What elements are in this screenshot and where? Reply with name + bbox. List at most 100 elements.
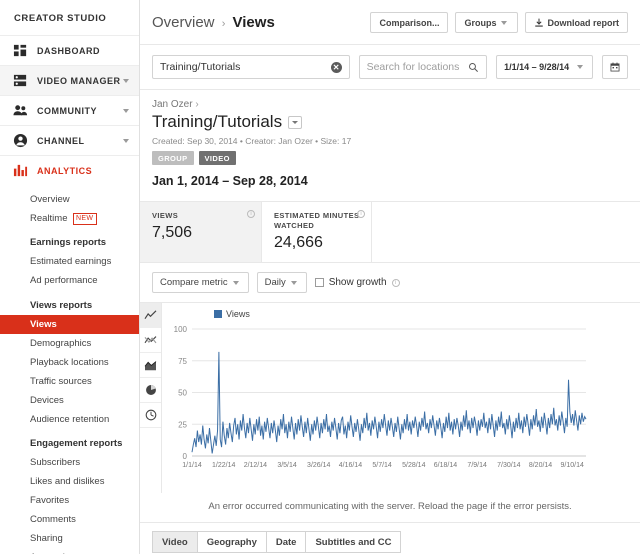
- info-icon[interactable]: i: [391, 278, 400, 287]
- chart-error-message: An error occurred communicating with the…: [208, 501, 572, 512]
- group-metadata: Created: Sep 30, 2014 • Creator: Jan Oze…: [152, 136, 352, 146]
- sidebar-item-channel[interactable]: CHANNEL: [0, 125, 139, 155]
- area-chart-icon: [144, 360, 157, 370]
- sidebar-subitem-annotations[interactable]: Annotations: [0, 549, 139, 554]
- sidebar-item-analytics[interactable]: ANALYTICS: [0, 155, 139, 185]
- sidebar-subitem-overview[interactable]: Overview: [0, 190, 139, 209]
- breadcrumb-current: Views: [232, 14, 275, 31]
- sidebar-subitem-realtime[interactable]: Realtime NEW: [0, 209, 139, 228]
- sidebar-item-dashboard[interactable]: DASHBOARD: [0, 35, 139, 65]
- group-title-row: Training/Tutorials: [152, 112, 628, 132]
- breadcrumb-parent[interactable]: Overview: [152, 14, 215, 31]
- location-search-input[interactable]: Search for locations: [358, 55, 488, 79]
- calendar-button[interactable]: [602, 55, 628, 79]
- sidebar-item-video-manager[interactable]: VIDEO MANAGER: [0, 65, 139, 95]
- svg-text:75: 75: [178, 357, 187, 366]
- sidebar-subitem-subscribers[interactable]: Subscribers: [0, 454, 139, 473]
- creator-studio-title: CREATOR STUDIO: [14, 13, 107, 24]
- tag-group: GROUP: [152, 151, 194, 165]
- clear-icon[interactable]: ✕: [330, 61, 342, 73]
- download-label: Download report: [547, 17, 620, 28]
- svg-text:5/28/14: 5/28/14: [402, 462, 425, 469]
- svg-text:7/30/14: 7/30/14: [497, 462, 520, 469]
- info-icon[interactable]: i: [357, 210, 365, 218]
- svg-text:3/26/14: 3/26/14: [307, 462, 330, 469]
- breadcrumb-separator: ›: [221, 18, 226, 30]
- calendar-icon: [610, 62, 620, 72]
- metric-card-estimated-minutes-watched[interactable]: ESTIMATED MINUTES WATCHED 24,666 i: [262, 202, 372, 262]
- sidebar-item-community[interactable]: COMMUNITY: [0, 95, 139, 125]
- pie-chart-icon: [145, 385, 156, 395]
- svg-text:100: 100: [174, 325, 188, 334]
- svg-text:0: 0: [183, 452, 188, 461]
- sidebar-subitem-demographics[interactable]: Demographics: [0, 334, 139, 353]
- community-icon: [13, 105, 28, 116]
- sidebar-item-label: COMMUNITY: [37, 105, 97, 116]
- owner-arrow: ›: [195, 99, 199, 110]
- compare-metric-label: Compare metric: [160, 277, 228, 288]
- tab-date[interactable]: Date: [265, 531, 306, 553]
- chevron-down-icon: [292, 120, 299, 124]
- sidebar-subitem-traffic-sources[interactable]: Traffic sources: [0, 372, 139, 391]
- svg-text:1/1/14: 1/1/14: [182, 462, 202, 469]
- header-actions: Comparison... Groups Download report: [370, 12, 628, 33]
- compare-metric-button[interactable]: Compare metric: [152, 272, 249, 293]
- metric-value: 7,506: [152, 224, 193, 241]
- page-header: Overview › Views Comparison... Groups Do…: [140, 0, 640, 45]
- group-menu-button[interactable]: [288, 115, 303, 129]
- sidebar-subitem-views[interactable]: Views: [0, 315, 139, 334]
- tab-geography[interactable]: Geography: [196, 531, 266, 553]
- views-chart[interactable]: Views 0 25 50 75 100 1/1/14 1/22/14 2/12/14 3/5/…: [162, 303, 640, 493]
- chart-type-multi-line[interactable]: [140, 328, 161, 353]
- legend-label: Views: [226, 309, 250, 319]
- owner-breadcrumb[interactable]: Jan Ozer ›: [152, 99, 628, 110]
- label: Overview: [30, 193, 70, 205]
- line-chart-icon: [144, 309, 157, 319]
- chevron-down-icon: [500, 20, 507, 25]
- group-filter[interactable]: Training/Tutorials ✕: [152, 55, 350, 79]
- groups-button[interactable]: Groups: [455, 12, 518, 33]
- chevron-down-icon: [232, 280, 239, 285]
- info-icon[interactable]: i: [247, 210, 255, 218]
- tab-subtitles-and-cc[interactable]: Subtitles and CC: [305, 531, 402, 553]
- tag-video: VIDEO: [198, 151, 236, 165]
- chart-type-area[interactable]: [140, 353, 161, 378]
- channel-icon: [13, 133, 28, 148]
- sidebar-section-earnings-reports: Earnings reports: [30, 237, 107, 248]
- sidebar-subitem-estimated-earnings[interactable]: Estimated earnings: [0, 253, 139, 272]
- group-info: Jan Ozer › Training/Tutorials Created: S…: [140, 90, 640, 192]
- metric-card-views[interactable]: VIEWS 7,506 i: [140, 202, 262, 262]
- svg-text:50: 50: [178, 389, 187, 398]
- download-icon: [534, 18, 543, 27]
- svg-text:1/22/14: 1/22/14: [212, 462, 235, 469]
- date-range-value: 1/1/14 – 9/28/14: [504, 62, 570, 72]
- sidebar-subitem-devices[interactable]: Devices: [0, 391, 139, 410]
- download-report-button[interactable]: Download report: [524, 12, 628, 33]
- sidebar-subitem-ad-performance[interactable]: Ad performance: [0, 272, 139, 291]
- chart-type-line[interactable]: [140, 303, 161, 328]
- tab-video[interactable]: Video: [152, 531, 197, 553]
- checkbox-box[interactable]: [314, 278, 324, 287]
- date-range-selector[interactable]: 1/1/14 – 9/28/14: [496, 55, 593, 79]
- show-growth-checkbox[interactable]: Show growth i: [314, 277, 400, 288]
- creator-studio-app: CREATOR STUDIO DASHBOARD VIDEO MANAGER C…: [0, 0, 640, 554]
- sidebar-subitem-playback-locations[interactable]: Playback locations: [0, 353, 139, 372]
- comparison-button[interactable]: Comparison...: [370, 12, 449, 33]
- sidebar-section-engagement-reports: Engagement reports: [30, 438, 123, 449]
- chart-type-pie[interactable]: [140, 378, 161, 403]
- granularity-button[interactable]: Daily: [256, 272, 307, 293]
- sidebar-subitem-favorites[interactable]: Favorites: [0, 492, 139, 511]
- svg-text:9/10/14: 9/10/14: [561, 462, 584, 469]
- show-growth-label: Show growth: [328, 277, 387, 288]
- sidebar-item-label: CHANNEL: [37, 135, 85, 146]
- group-title: Training/Tutorials: [152, 112, 283, 131]
- sidebar-subitem-likes-and-dislikes[interactable]: Likes and dislikes: [0, 473, 139, 492]
- svg-text:25: 25: [178, 420, 187, 429]
- filter-bar: Training/Tutorials ✕ Search for location…: [140, 45, 640, 90]
- sidebar-subitem-comments[interactable]: Comments: [0, 511, 139, 530]
- sidebar-subitem-audience-retention[interactable]: Audience retention: [0, 410, 139, 429]
- sidebar-subitem-sharing[interactable]: Sharing: [0, 530, 139, 549]
- sidebar-item-label: ANALYTICS: [37, 165, 93, 176]
- granularity-label: Daily: [264, 277, 286, 288]
- chart-type-clock[interactable]: [140, 403, 161, 428]
